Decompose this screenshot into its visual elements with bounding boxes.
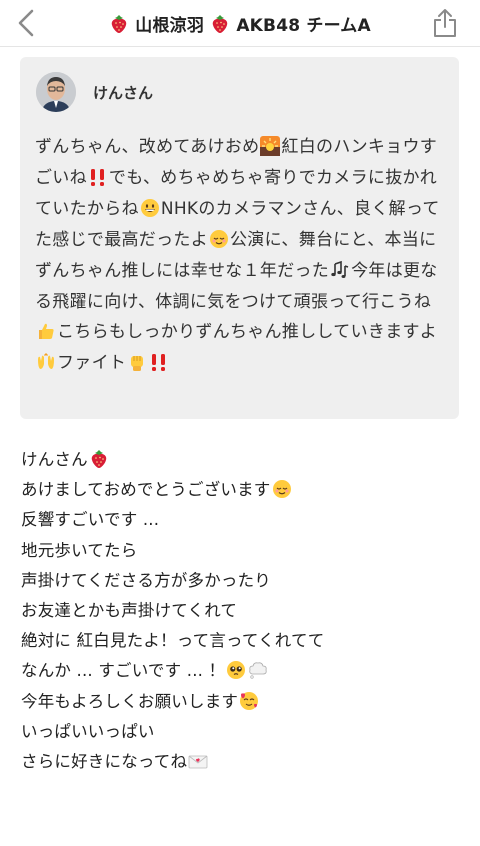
share-button[interactable]	[430, 6, 460, 40]
title-group: AKB48 チームA	[236, 15, 371, 36]
reply-text: けんさん あけましておめでとうございます 反響すごいです ... 地元歩いてたら…	[21, 445, 461, 777]
back-button[interactable]	[12, 6, 40, 40]
raising-hands-icon	[36, 352, 56, 372]
reply-line-text: あけましておめでとうございます	[21, 480, 271, 500]
reply-line: なんか ... すごいです ... ！	[21, 656, 461, 686]
pleading-face-icon	[226, 660, 246, 680]
reply-line-text: なんか ... すごいです ... ！	[21, 661, 226, 681]
strawberry-icon	[210, 14, 230, 34]
comment-text: ずんちゃん、改めてあけおめ 紅白のハンキョウすごいね でも、めちゃめちゃ寄りでカメラ…	[35, 132, 450, 379]
header-bar: 山根涼羽 AKB48 チームA	[0, 0, 480, 47]
page-title: 山根涼羽 AKB48 チームA	[109, 11, 371, 36]
reply-line: あけましておめでとうございます	[21, 475, 461, 505]
reply-line: いっぱいいっぱい	[21, 721, 155, 741]
music-notes-icon	[330, 260, 350, 280]
thumbs-up-icon	[36, 321, 56, 341]
love-letter-icon	[188, 751, 208, 771]
reply-line: 今年もよろしくお願いします	[21, 687, 461, 717]
raised-fist-icon	[127, 352, 147, 372]
reply-line: けんさん	[21, 445, 461, 475]
comment-line: こちらもしっかりずんちゃん推ししていきますよ	[57, 322, 438, 343]
avatar-image	[36, 72, 76, 112]
smiling-face-hearts-icon	[239, 691, 259, 711]
reply-line: 地元歩いてたら	[21, 540, 138, 560]
relieved-face-icon	[209, 229, 229, 249]
reply-line-text: 今年もよろしくお願いします	[21, 691, 239, 711]
chevron-left-icon	[18, 9, 34, 37]
thought-bubble-icon	[248, 660, 268, 680]
comment-author: けんさん	[36, 72, 153, 112]
double-exclamation-icon	[149, 352, 169, 372]
reply-line: さらに好きになってね	[21, 747, 461, 777]
strawberry-icon	[89, 449, 109, 469]
reply-line-text: けんさん	[21, 450, 88, 469]
share-icon	[434, 9, 456, 37]
reply-line: 声掛けてくださる方が多かったり	[21, 570, 272, 590]
sunrise-icon	[260, 136, 280, 156]
reply-line: 反響すごいです ...	[21, 510, 160, 530]
grinning-face-icon	[140, 198, 160, 218]
double-exclamation-icon	[88, 167, 108, 187]
comment-line: ずんちゃん、改めてあけおめ	[35, 137, 260, 157]
quoted-comment: けんさん ずんちゃん、改めてあけおめ 紅白のハンキョウすごいね でも、めちゃめちゃ寄…	[20, 57, 459, 419]
strawberry-icon	[109, 14, 129, 34]
title-name: 山根涼羽	[135, 15, 205, 36]
comment-line: ファイト	[57, 353, 127, 374]
relieved-face-icon	[272, 479, 292, 499]
reply-line: お友達とかも声掛けてくれて	[21, 601, 238, 621]
avatar[interactable]	[36, 72, 76, 112]
reply-line-text: さらに好きになってね	[21, 752, 188, 772]
reply-line: 絶対に 紅白見たよ！って言ってくれてて	[21, 631, 325, 651]
author-name: けんさん	[93, 83, 154, 102]
